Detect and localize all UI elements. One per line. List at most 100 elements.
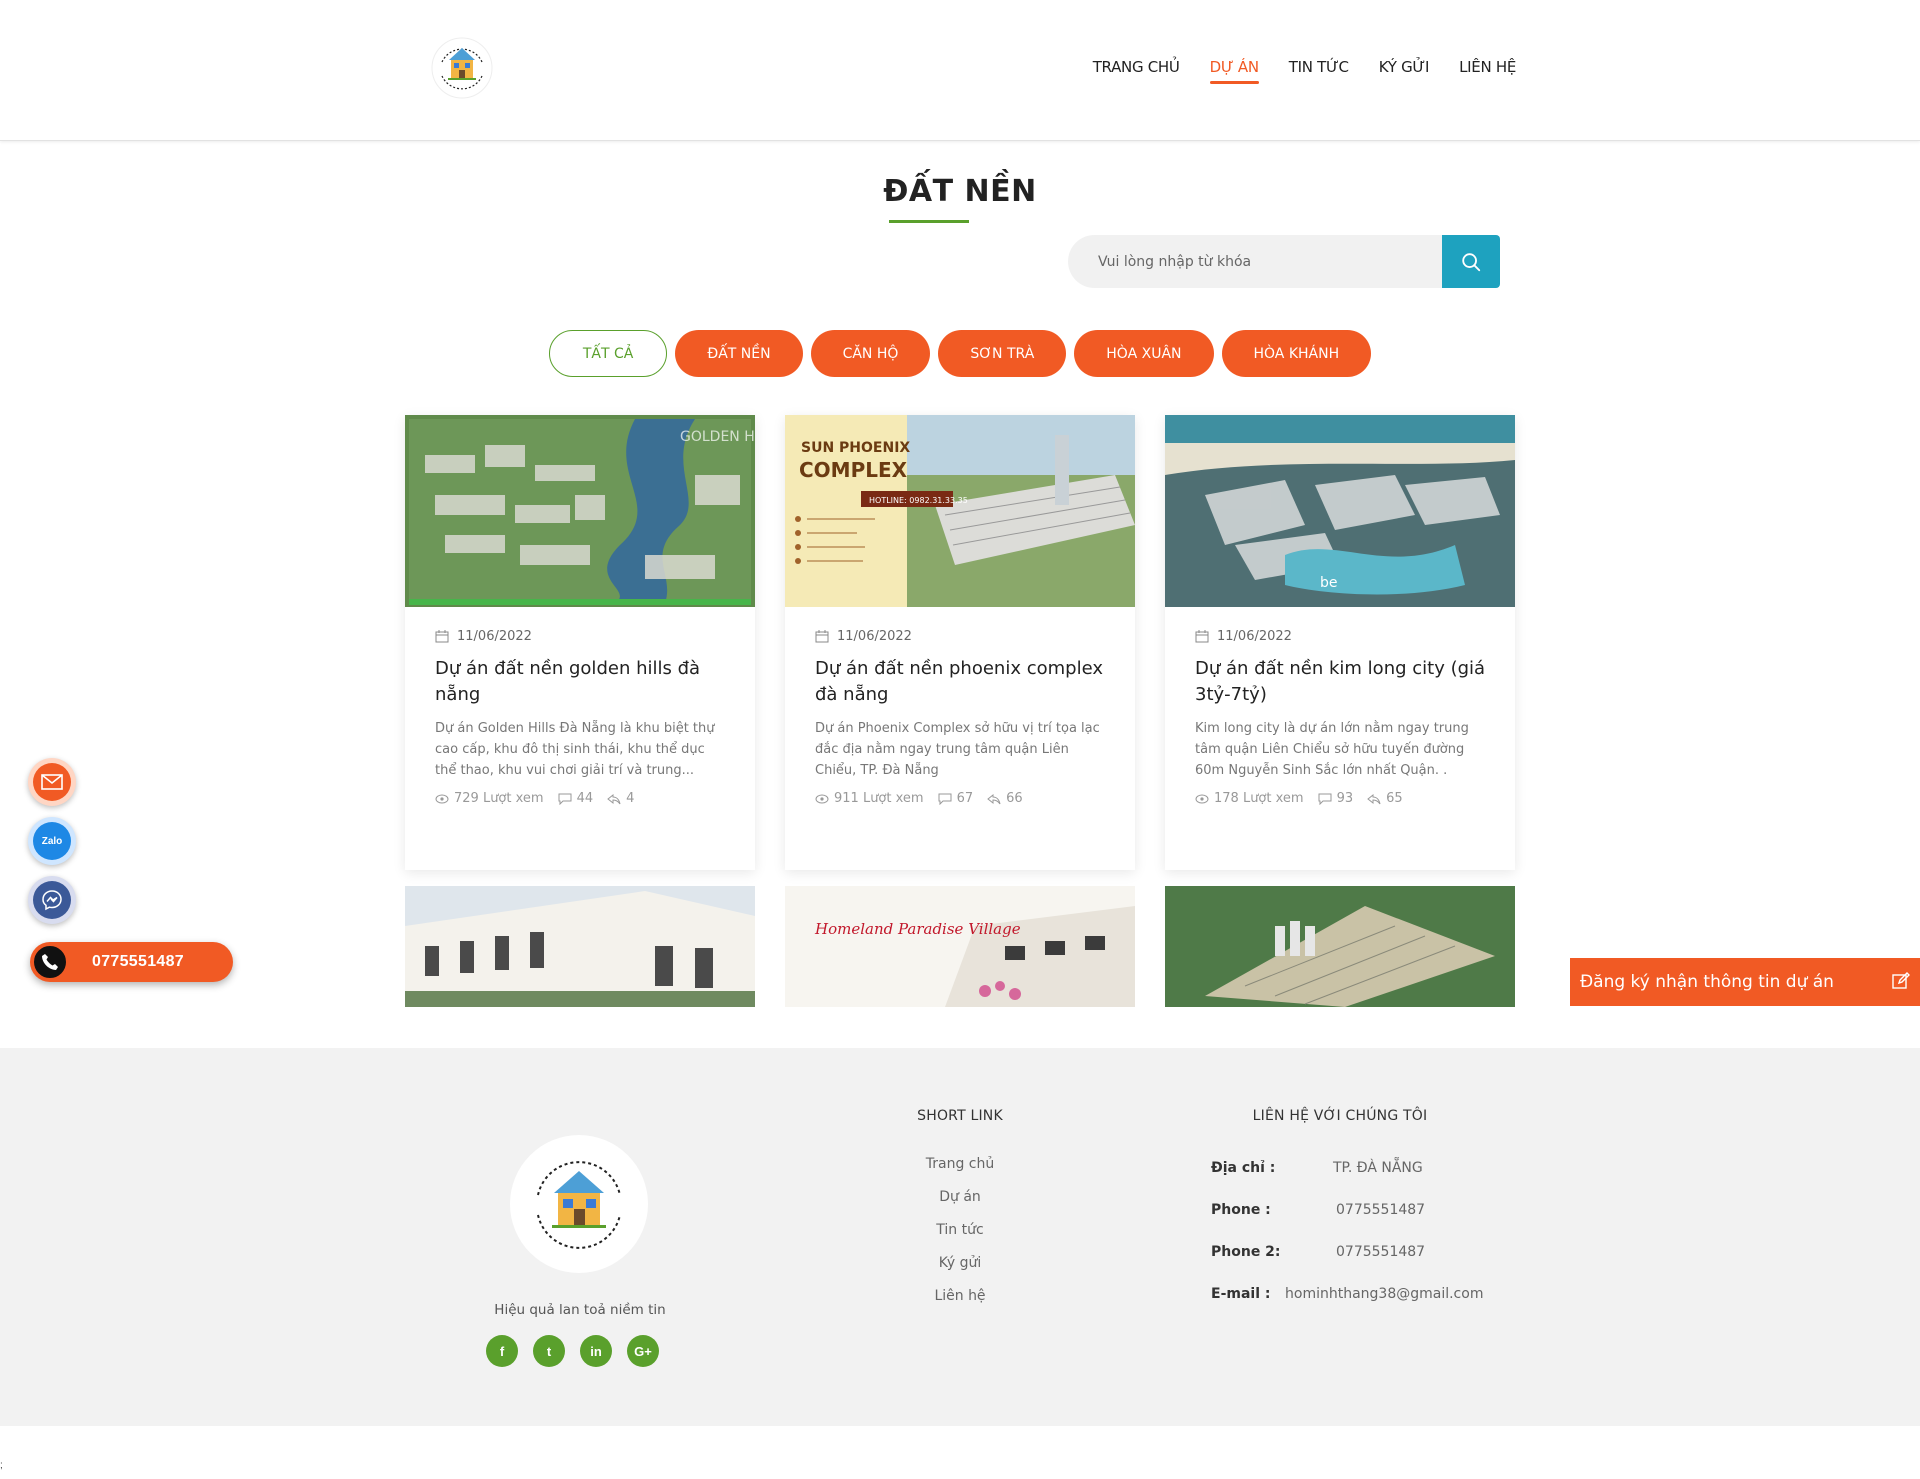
title-underline (889, 220, 969, 223)
contact-value[interactable]: hominhthang38@gmail.com (1285, 1286, 1483, 1302)
facebook-icon[interactable]: f (486, 1335, 518, 1367)
image-heading-1: SUN PHOENIX (801, 440, 910, 456)
post-date: 11/06/2022 (1217, 629, 1292, 644)
contact-phone: Phone : 0775551487 (1211, 1202, 1425, 1218)
phone-icon (42, 954, 58, 970)
footer-link-projects[interactable]: Dự án (939, 1188, 981, 1207)
eye-icon (1195, 794, 1209, 803)
contact-value: TP. ĐÀ NẴNG (1333, 1160, 1423, 1176)
svg-text:be: be (1320, 575, 1338, 591)
category-filters: TẤT CẢ ĐẤT NỀN CĂN HỘ SƠN TRÀ HÒA XUÂN H… (0, 330, 1920, 377)
contact-label: Phone : (1211, 1202, 1271, 1218)
contact-email: E-mail : hominhthang38@gmail.com (1211, 1286, 1483, 1302)
short-link-heading: SHORT LINK (917, 1108, 1003, 1124)
project-card[interactable]: SUN PHOENIX COMPLEX HOTLINE: 0982.31.33.… (785, 415, 1135, 870)
eye-icon (435, 794, 449, 803)
site-logo[interactable] (430, 32, 494, 104)
contact-label: Địa chỉ : (1211, 1160, 1276, 1176)
share-count: 65 (1386, 791, 1403, 806)
stray-mark: ; (0, 1460, 3, 1471)
project-card[interactable]: GOLDEN HILLS 11/06/2022 Dự án đất nền go… (405, 415, 755, 870)
calendar-icon (1195, 630, 1209, 643)
post-excerpt: Dự án Phoenix Complex sở hữu vị trí tọa … (815, 721, 1100, 778)
image-hotline: HOTLINE: 0982.31.33.35 (869, 496, 968, 505)
contact-value[interactable]: 0775551487 (1336, 1244, 1425, 1260)
phone-number: 0775551487 (92, 953, 184, 970)
filter-hoa-xuan[interactable]: HÒA XUÂN (1074, 330, 1214, 377)
call-button[interactable]: 0775551487 (30, 942, 233, 982)
footer-logo[interactable] (510, 1135, 648, 1273)
comment-count: 93 (1336, 791, 1354, 806)
messenger-float-button[interactable] (28, 876, 76, 924)
nav-contact[interactable]: LIÊN HỆ (1459, 58, 1516, 76)
filter-can-ho[interactable]: CĂN HỘ (810, 330, 931, 377)
filter-dat-nen[interactable]: ĐẤT NỀN (675, 330, 803, 377)
nav-consign[interactable]: KÝ GỬI (1379, 58, 1430, 76)
post-title[interactable]: Dự án đất nền golden hills đà nẵng (435, 656, 729, 708)
main-nav: TRANG CHỦ DỰ ÁN TIN TỨC KÝ GỬI LIÊN HỆ (1093, 58, 1516, 84)
twitter-icon[interactable]: t (533, 1335, 565, 1367)
footer-link-contact[interactable]: Liên hệ (934, 1287, 985, 1306)
contact-value[interactable]: 0775551487 (1336, 1202, 1425, 1218)
comment-count: 67 (956, 791, 974, 806)
contact-label: E-mail : (1211, 1286, 1271, 1302)
post-excerpt: Dự án Golden Hills Đà Nẵng là khu biệt t… (435, 721, 715, 778)
project-card-image[interactable] (1165, 886, 1515, 1007)
zalo-float-button[interactable]: Zalo (28, 817, 76, 865)
project-card[interactable]: be 11/06/2022 Dự án đất nền kim long cit… (1165, 415, 1515, 870)
filter-hoa-khanh[interactable]: HÒA KHÁNH (1221, 330, 1372, 377)
nav-projects[interactable]: DỰ ÁN (1209, 58, 1259, 84)
post-title[interactable]: Dự án đất nền phoenix complex đà nẵng (815, 656, 1109, 708)
post-excerpt: Kim long city là dự án lớn nằm ngay trun… (1195, 721, 1469, 778)
footer-slogan: Hiệu quả lan toả niềm tin (494, 1302, 666, 1318)
search-icon (1462, 252, 1481, 271)
comment-icon (1318, 793, 1332, 805)
post-date: 11/06/2022 (457, 629, 532, 644)
post-title[interactable]: Dự án đất nền kim long city (giá 3tỷ-7tỷ… (1195, 656, 1489, 708)
search-button[interactable] (1442, 235, 1500, 288)
footer-link-consign[interactable]: Ký gửi (939, 1254, 982, 1273)
image-label: Homeland Paradise Village (814, 920, 1021, 938)
share-count: 4 (626, 791, 635, 806)
nav-news[interactable]: TIN TỨC (1289, 58, 1349, 76)
footer-link-news[interactable]: Tin tức (936, 1221, 983, 1240)
google-plus-icon[interactable]: G+ (627, 1335, 659, 1367)
project-image[interactable]: GOLDEN HILLS (405, 415, 755, 607)
project-card-image[interactable] (405, 886, 755, 1007)
email-float-button[interactable] (28, 758, 76, 806)
messenger-icon (42, 890, 62, 911)
filter-all[interactable]: TẤT CẢ (548, 330, 668, 377)
page-title: ĐẤT NỀN (883, 174, 1037, 209)
edit-icon (1892, 972, 1910, 989)
image-heading-2: COMPLEX (799, 458, 908, 482)
filter-son-tra[interactable]: SƠN TRÀ (938, 330, 1067, 377)
contact-heading: LIÊN HỆ VỚI CHÚNG TÔI (1252, 1108, 1428, 1124)
view-count: 178 Lượt xem (1214, 791, 1304, 806)
contact-address: Địa chỉ : TP. ĐÀ NẴNG (1211, 1160, 1423, 1176)
comment-icon (558, 793, 572, 805)
search-input[interactable] (1068, 235, 1442, 288)
footer-links: Trang chủ Dự án Tin tức Ký gửi Liên hệ (860, 1155, 1060, 1306)
social-links: f t in G+ (486, 1335, 659, 1367)
calendar-icon (435, 630, 449, 643)
footer-link-home[interactable]: Trang chủ (926, 1155, 994, 1174)
share-count: 66 (1006, 791, 1023, 806)
contact-label: Phone 2: (1211, 1244, 1281, 1260)
project-image[interactable]: SUN PHOENIX COMPLEX HOTLINE: 0982.31.33.… (785, 415, 1135, 607)
register-info-bar[interactable]: Đăng ký nhận thông tin dự án (1570, 958, 1920, 1006)
site-header: TRANG CHỦ DỰ ÁN TIN TỨC KÝ GỬI LIÊN HỆ (0, 0, 1920, 141)
mail-icon (41, 774, 63, 790)
comment-count: 44 (576, 791, 594, 806)
register-label: Đăng ký nhận thông tin dự án (1580, 972, 1834, 992)
project-card-image[interactable]: Homeland Paradise Village (785, 886, 1135, 1007)
linkedin-icon[interactable]: in (580, 1335, 612, 1367)
image-watermark: GOLDEN HILLS (680, 429, 755, 445)
calendar-icon (815, 630, 829, 643)
nav-home[interactable]: TRANG CHỦ (1093, 58, 1180, 76)
view-count: 911 Lượt xem (834, 791, 924, 806)
view-count: 729 Lượt xem (454, 791, 544, 806)
contact-phone-2: Phone 2: 0775551487 (1211, 1244, 1425, 1260)
project-image[interactable]: be (1165, 415, 1515, 607)
comment-icon (938, 793, 952, 805)
search-box (1068, 235, 1500, 288)
